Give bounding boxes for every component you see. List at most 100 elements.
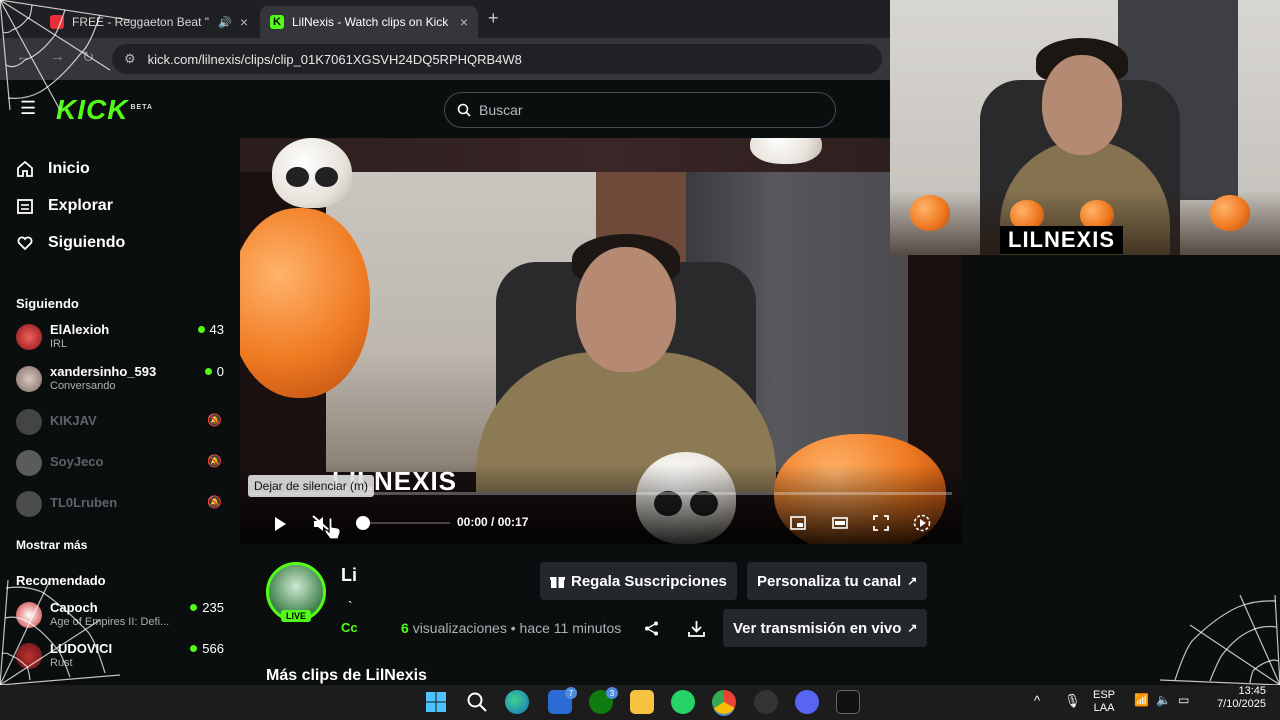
following-channel-kikjav[interactable]: KIKJAV 🔕 bbox=[16, 405, 224, 441]
notifications-off-icon: 🔕 bbox=[207, 495, 222, 509]
clip-title: Li bbox=[341, 565, 357, 585]
new-tab-button[interactable]: + bbox=[488, 8, 499, 29]
sidebar-item-explorar[interactable]: Explorar bbox=[16, 197, 113, 215]
browser-tab-kick[interactable]: K LilNexis - Watch clips on Kick × bbox=[260, 6, 478, 38]
external-link-icon: ↗ bbox=[907, 574, 918, 588]
chrome-icon[interactable] bbox=[712, 690, 736, 714]
speaker-icon[interactable]: 🔊 bbox=[218, 16, 232, 29]
external-link-icon: ↗ bbox=[907, 621, 918, 635]
viewer-count: 235 bbox=[190, 600, 224, 615]
nav-label: Explorar bbox=[48, 197, 113, 214]
volume-slider[interactable] bbox=[364, 522, 450, 524]
close-tab-icon[interactable]: × bbox=[240, 14, 248, 30]
volume-slider-knob[interactable] bbox=[356, 516, 370, 530]
share-icon[interactable] bbox=[644, 621, 659, 636]
live-dot-icon bbox=[197, 326, 205, 333]
windows-taskbar: 7 3 ^ 🎙 ESP LAA 📶 🔈 ▭ 13:45 7/10/2025 bbox=[0, 685, 1280, 720]
live-dot-icon bbox=[190, 645, 198, 652]
channel-name: xandersinho_593 bbox=[50, 364, 157, 379]
whatsapp-icon[interactable] bbox=[671, 690, 695, 714]
volume-icon[interactable]: 🔈 bbox=[1156, 694, 1171, 707]
gta-icon[interactable] bbox=[836, 690, 860, 714]
tab-title: LilNexis - Watch clips on Kick bbox=[292, 15, 449, 29]
theater-mode-icon[interactable] bbox=[832, 515, 848, 531]
live-badge: LIVE bbox=[281, 610, 312, 622]
more-clips-heading: Más clips de LilNexis bbox=[266, 667, 427, 684]
playback-speed-icon[interactable] bbox=[913, 514, 931, 532]
windows-start-icon[interactable] bbox=[424, 690, 448, 714]
address-bar[interactable]: ⚙ kick.com/lilnexis/clips/clip_01K7061XG… bbox=[112, 44, 882, 74]
notification-badge: 3 bbox=[606, 687, 618, 699]
live-dot-icon bbox=[204, 368, 212, 375]
avatar bbox=[16, 366, 42, 392]
viewer-count: 0 bbox=[204, 364, 224, 379]
watch-live-button[interactable]: Ver transmisión en vivo ↗ bbox=[723, 609, 928, 647]
following-channel-xandersinho[interactable]: xandersinho_593 Conversando 0 bbox=[16, 362, 224, 398]
file-explorer-icon[interactable] bbox=[630, 690, 654, 714]
video-frame bbox=[326, 172, 908, 492]
customize-channel-button[interactable]: Personaliza tu canal ↗ bbox=[747, 562, 928, 600]
clip-views: 6 visualizaciones • hace 11 minutos bbox=[401, 620, 622, 636]
input-language-indicator[interactable]: ESP LAA bbox=[1093, 689, 1115, 715]
following-channel-soyjeco[interactable]: SoyJeco 🔕 bbox=[16, 446, 224, 482]
spider-web-decoration bbox=[0, 0, 130, 110]
following-section-title: Siguiendo bbox=[16, 296, 79, 311]
webcam-overlay: LILNEXIS bbox=[890, 0, 1280, 255]
close-tab-icon[interactable]: × bbox=[460, 14, 468, 30]
avatar bbox=[16, 409, 42, 435]
following-channel-elalexioh[interactable]: ElAlexioh IRL 43 bbox=[16, 320, 224, 356]
show-more-link[interactable]: Mostrar más bbox=[16, 538, 87, 552]
avatar bbox=[16, 450, 42, 476]
battery-icon[interactable]: ▭ bbox=[1178, 694, 1189, 707]
gift-subscriptions-button[interactable]: Regala Suscripciones bbox=[540, 562, 737, 600]
clip-title-fragment: ` bbox=[348, 598, 353, 614]
channel-category: IRL bbox=[50, 338, 68, 350]
following-channel-tl0lruben[interactable]: TL0Lruben 🔕 bbox=[16, 487, 224, 523]
notifications-off-icon: 🔕 bbox=[207, 413, 222, 427]
browser-toolbar: ← → ↻ ⚙ kick.com/lilnexis/clips/clip_01K… bbox=[0, 38, 890, 80]
nav-label: Siguiendo bbox=[48, 234, 126, 251]
xbox-icon[interactable]: 3 bbox=[589, 687, 618, 714]
clip-video-player[interactable]: LILNEXIS Dejar de silenciar (m) 00:00 / … bbox=[240, 138, 962, 544]
channel-name: SoyJeco bbox=[50, 454, 104, 469]
store-icon[interactable]: 7 bbox=[548, 687, 577, 714]
play-icon[interactable] bbox=[272, 516, 288, 532]
notification-badge: 7 bbox=[565, 687, 577, 699]
sidebar-item-siguiendo[interactable]: Siguiendo bbox=[16, 234, 125, 252]
edge-browser-icon[interactable] bbox=[505, 690, 529, 714]
video-time: 00:00 / 00:17 bbox=[457, 515, 529, 529]
show-hidden-icons-chevron-icon[interactable]: ^ bbox=[1034, 694, 1040, 707]
microphone-icon[interactable]: 🎙 bbox=[1064, 694, 1081, 707]
screen: FREE - Reggaeton Beat "SU 🔊 × K LilNexis… bbox=[0, 0, 1280, 720]
nav-label: Inicio bbox=[48, 160, 90, 177]
search-input[interactable]: Buscar bbox=[444, 92, 836, 128]
taskbar-search-icon[interactable] bbox=[465, 690, 489, 714]
avatar bbox=[16, 324, 42, 350]
browse-icon bbox=[17, 199, 33, 214]
app-icon[interactable] bbox=[754, 690, 778, 714]
live-dot-icon bbox=[190, 604, 198, 611]
download-icon[interactable] bbox=[688, 620, 705, 637]
clock[interactable]: 13:45 7/10/2025 bbox=[1206, 685, 1266, 711]
search-icon bbox=[457, 103, 471, 117]
home-icon bbox=[17, 160, 33, 177]
channel-name: KIKJAV bbox=[50, 413, 97, 428]
gift-icon bbox=[550, 576, 565, 588]
channel-category: Conversando bbox=[50, 380, 116, 392]
pumpkin-sticker bbox=[910, 195, 950, 231]
pumpkin-sticker bbox=[240, 208, 370, 398]
channel-name: ElAlexioh bbox=[50, 322, 110, 337]
browser-tab-bar: FREE - Reggaeton Beat "SU 🔊 × K LilNexis… bbox=[0, 0, 890, 38]
fullscreen-icon[interactable] bbox=[873, 515, 889, 531]
mini-player-icon[interactable] bbox=[790, 515, 806, 531]
pumpkin-sticker bbox=[1210, 195, 1250, 231]
sidebar-item-inicio[interactable]: Inicio bbox=[16, 160, 90, 178]
discord-icon[interactable] bbox=[795, 690, 819, 714]
unmute-tooltip: Dejar de silenciar (m) bbox=[248, 475, 375, 497]
notifications-off-icon: 🔕 bbox=[207, 454, 222, 468]
heart-icon bbox=[17, 236, 33, 251]
avatar bbox=[16, 491, 42, 517]
wifi-icon[interactable]: 📶 bbox=[1134, 694, 1149, 707]
channel-name-link[interactable]: Cc bbox=[341, 620, 358, 635]
beta-tag: BETA bbox=[130, 103, 153, 111]
